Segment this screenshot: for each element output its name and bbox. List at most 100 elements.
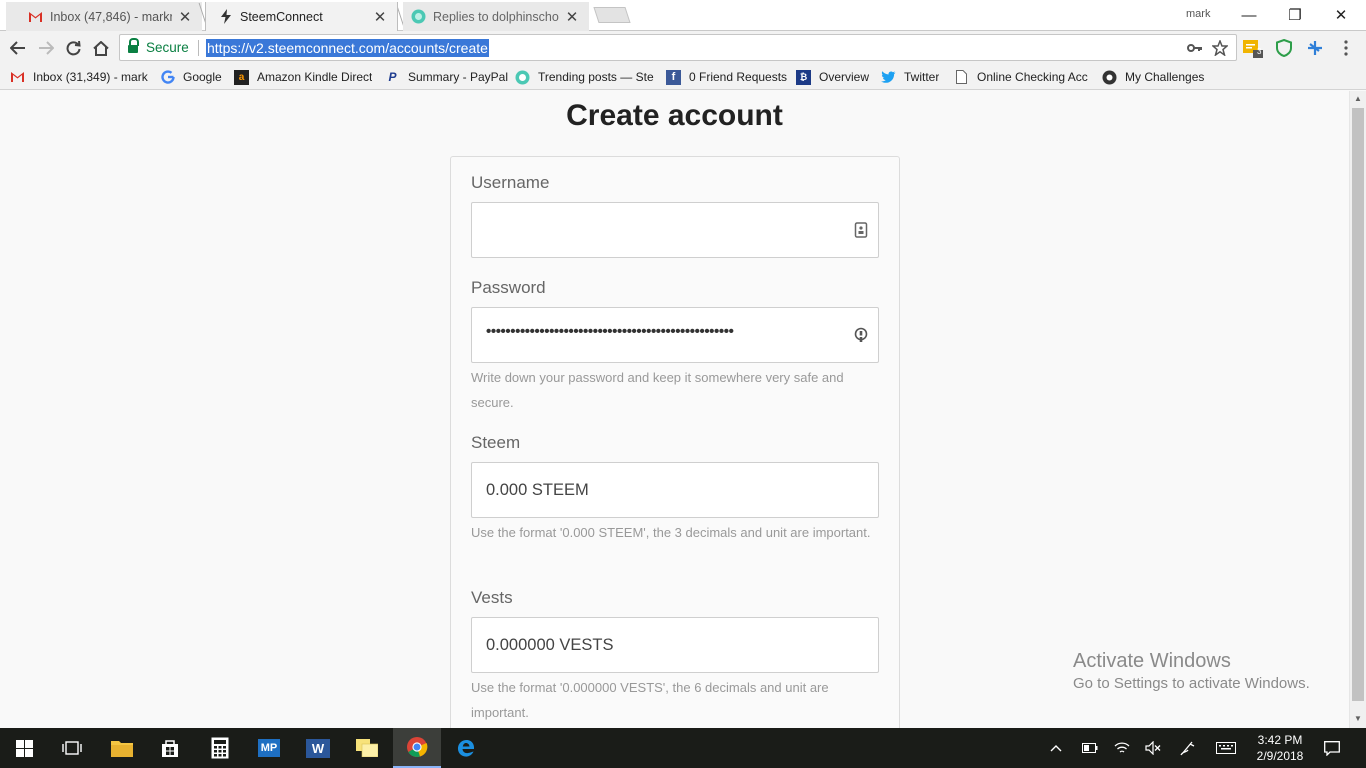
home-icon [93,40,109,56]
username-field[interactable] [471,202,879,258]
omnibox-divider [198,40,199,56]
chrome-menu-icon[interactable] [1336,38,1356,58]
bookmark-star-icon[interactable] [1211,39,1229,57]
taskbar-chrome[interactable] [393,728,441,768]
key-icon[interactable] [1186,39,1204,57]
tab-title: Inbox (47,846) - markrmc [50,9,172,24]
steem-amount-field[interactable]: 0.000 STEEM [471,462,879,518]
activate-windows-watermark: Activate Windows Go to Settings to activ… [1073,650,1310,692]
taskbar-store[interactable] [146,728,194,768]
taskbar-mp-app[interactable]: MP [245,728,293,768]
bookmark-google[interactable]: Google [160,68,222,86]
system-clock[interactable]: 3:42 PM 2/9/2018 [1250,732,1310,764]
show-hidden-icons-chevron-icon[interactable] [1046,738,1066,758]
folder-icon [111,741,133,757]
steem-hint: Use the format '0.000 STEEM', the 3 deci… [471,525,871,540]
steem-label: Steem [471,433,521,452]
bookmark-steemit-trending[interactable]: Trending posts — Ste [515,68,654,86]
back-button[interactable] [5,35,31,61]
tab-strip: Inbox (47,846) - markrmc ✕ SteemConnect … [0,0,1366,31]
vests-amount-field[interactable]: 0.000000 VESTS [471,617,879,673]
pen-ink-icon[interactable] [1178,738,1198,758]
task-view-button[interactable] [48,728,96,768]
bookmark-label: Amazon Kindle Direct [257,70,372,84]
bookmark-twitter[interactable]: Twitter [881,68,939,86]
page-scrollbar[interactable]: ▲ ▼ [1349,91,1366,728]
taskbar-calculator[interactable] [196,728,244,768]
clock-time: 3:42 PM [1257,733,1303,747]
taskbar-word[interactable]: W [294,728,342,768]
vests-label: Vests [471,588,513,607]
clock-date: 2/9/2018 [1256,749,1304,763]
taskbar-edge[interactable] [442,728,490,768]
bookmarks-bar: Inbox (31,349) - mark Google a Amazon Ki… [0,64,1366,90]
bookmark-amazon-kindle[interactable]: a Amazon Kindle Direct [234,68,372,86]
vests-hint: Use the format '0.000000 VESTS', the 6 d… [471,680,829,720]
start-button[interactable] [0,728,48,768]
action-center-icon[interactable] [1322,738,1342,758]
bookmark-label: Trending posts — Ste [538,70,654,84]
reload-button[interactable] [60,35,86,61]
windows-taskbar: MP W 3:42 PM 2/9/2018 [0,728,1366,768]
forward-button[interactable] [33,35,59,61]
contact-card-icon[interactable] [854,222,868,238]
touch-keyboard-icon[interactable] [1216,738,1236,758]
steem-amount-value: 0.000 STEEM [486,481,589,499]
url-text[interactable]: https://v2.steemconnect.com/accounts/cre… [206,39,489,57]
scroll-up-arrow-icon[interactable]: ▲ [1350,92,1366,106]
steemconnect-icon [218,9,233,24]
tab-close-icon[interactable]: ✕ [373,8,387,26]
create-account-form: Username Password ••••••••••••••••••••••… [450,156,900,728]
password-label: Password [471,278,546,297]
taskbar-sticky-notes[interactable] [343,728,391,768]
bookmark-paypal[interactable]: P Summary - PayPal [385,68,508,86]
tab-steemconnect[interactable]: SteemConnect ✕ [205,2,398,31]
minimize-button[interactable]: — [1229,4,1269,26]
shield-icon[interactable] [1274,38,1294,58]
store-bag-icon [162,740,178,757]
password-key-icon[interactable] [854,327,868,343]
bookmark-label: Summary - PayPal [408,70,509,84]
profile-name[interactable]: mark [1186,8,1210,20]
bookmark-label: Inbox (31,349) - mark [33,70,148,84]
page-icon [954,70,969,85]
google-icon [160,70,175,85]
battery-icon[interactable] [1080,738,1100,758]
password-field[interactable]: ••••••••••••••••••••••••••••••••••••••••… [471,307,879,363]
bookmark-gmail[interactable]: Inbox (31,349) - mark [10,68,148,86]
page-viewport: Create account Username Password •••••••… [0,91,1349,728]
gmail-icon [10,70,25,85]
wifi-icon[interactable] [1112,738,1132,758]
address-bar[interactable]: Secure https://v2.steemconnect.com/accou… [119,34,1237,61]
bookmark-my-challenges[interactable]: My Challenges [1102,68,1204,86]
tab-steemit-replies[interactable]: Replies to dolphinschool ✕ [403,2,589,31]
scroll-down-arrow-icon[interactable]: ▼ [1350,712,1366,726]
new-tab-button[interactable] [593,7,631,23]
extension-notes-icon[interactable]: 3 [1243,38,1263,58]
bookmark-label: My Challenges [1125,70,1205,84]
scrollbar-thumb[interactable] [1352,108,1364,701]
bookmark-online-checking[interactable]: Online Checking Acc [954,68,1092,86]
reload-icon [66,40,81,55]
username-label: Username [471,173,550,192]
taskbar-file-explorer[interactable] [98,728,146,768]
tab-gmail[interactable]: Inbox (47,846) - markrmc ✕ [6,2,202,31]
bookmark-label: Twitter [904,70,940,84]
browser-toolbar: Secure https://v2.steemconnect.com/accou… [0,31,1366,64]
page-title: Create account [566,99,783,132]
volume-muted-icon[interactable] [1143,738,1163,758]
bookmark-overview[interactable]: ₿ Overview [796,68,869,86]
restore-button[interactable]: ❐ [1275,4,1315,26]
secure-indicator[interactable]: Secure [128,38,189,55]
bitcoin-icon: ₿ [796,69,811,85]
bookmark-label: Online Checking Acc [977,70,1088,84]
task-view-icon [62,741,82,755]
extension-badge: 3 [1257,47,1262,56]
home-button[interactable] [88,35,114,61]
bookmark-facebook[interactable]: f 0 Friend Requests [666,68,787,86]
tab-close-icon[interactable]: ✕ [178,8,192,26]
bookmark-label: Google [183,70,222,84]
tab-close-icon[interactable]: ✕ [565,8,579,26]
extension-plane-icon[interactable] [1305,38,1325,58]
close-window-button[interactable]: ✕ [1321,4,1361,26]
